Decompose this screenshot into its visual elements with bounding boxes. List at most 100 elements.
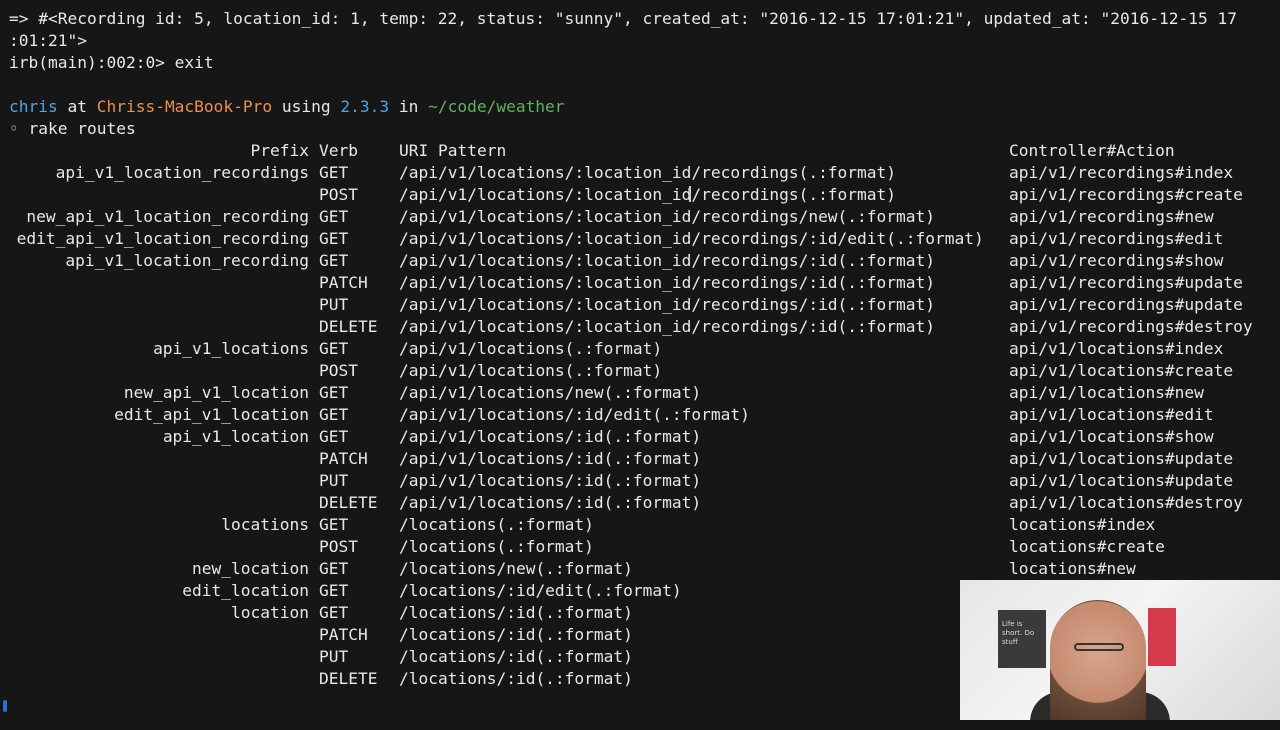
route-prefix: location	[231, 603, 309, 622]
routes-header: Prefix Verb URI Pattern Controller#Actio…	[9, 140, 1271, 162]
route-action: api/v1/locations#show	[1009, 427, 1214, 446]
route-action: api/v1/recordings#new	[1009, 207, 1214, 226]
route-row: new_location GET/locations/new(.:format) l…	[9, 558, 1271, 580]
route-verb: PATCH	[319, 625, 368, 644]
command-text: rake routes	[18, 119, 136, 138]
output-line: => #<Recording id: 5, location_id: 1, te…	[9, 9, 1237, 28]
route-uri: /locations(.:format)	[399, 537, 594, 556]
route-action: api/v1/recordings#show	[1009, 251, 1224, 270]
prompt-host: Chriss-MacBook-Pro	[96, 97, 273, 116]
route-prefix	[9, 294, 309, 316]
route-verb: PATCH	[319, 449, 368, 468]
route-uri: /api/v1/locations/:id/edit(.:format)	[399, 405, 750, 424]
route-prefix: edit_location	[182, 581, 309, 600]
route-row: new_api_v1_location GET/api/v1/locations/…	[9, 382, 1271, 404]
route-row: PATCH/api/v1/locations/:id(.:format) api/…	[9, 448, 1271, 470]
route-action: locations#create	[1009, 537, 1165, 556]
glasses-icon	[1074, 643, 1124, 651]
route-action: locations#new	[1009, 559, 1136, 578]
route-verb: GET	[319, 515, 349, 534]
route-action: api/v1/locations#update	[1009, 471, 1234, 490]
route-verb: GET	[319, 207, 349, 226]
route-uri: /api/v1/locations/:id(.:format)	[399, 427, 702, 446]
prompt-ruby-version: 2.3.3	[340, 97, 390, 116]
route-prefix	[9, 360, 309, 382]
route-uri: /api/v1/locations/:location_id/recording…	[399, 273, 936, 292]
route-prefix	[9, 184, 309, 206]
route-action: api/v1/recordings#destroy	[1009, 317, 1253, 336]
red-sign	[1148, 608, 1176, 666]
prompt-in: in	[389, 97, 429, 116]
webcam-overlay: Life is short. Do stuff	[960, 580, 1280, 720]
route-row: api_v1_location_recording GET/api/v1/loca…	[9, 250, 1271, 272]
route-action: api/v1/locations#index	[1009, 339, 1224, 358]
route-uri: /api/v1/locations/:id(.:format)	[399, 471, 702, 490]
wall-poster: Life is short. Do stuff	[998, 610, 1046, 668]
route-prefix: edit_api_v1_location	[114, 405, 309, 424]
route-verb: GET	[319, 163, 349, 182]
route-verb: PUT	[319, 647, 349, 666]
route-action: api/v1/recordings#create	[1009, 185, 1243, 204]
command-line: ◦ rake routes	[9, 118, 1271, 140]
route-prefix: new_api_v1_location	[123, 383, 309, 402]
route-row: api_v1_location GET/api/v1/locations/:id(…	[9, 426, 1271, 448]
route-row: PUT/api/v1/locations/:id(.:format) api/v1…	[9, 470, 1271, 492]
header-verb: Verb	[319, 141, 358, 160]
route-uri: /locations/:id(.:format)	[399, 625, 633, 644]
route-row: POST/locations(.:format) locations#create	[9, 536, 1271, 558]
route-uri: /locations/:id(.:format)	[399, 669, 633, 688]
route-row: api_v1_location_recordings GET/api/v1/loc…	[9, 162, 1271, 184]
route-action: api/v1/locations#new	[1009, 383, 1204, 402]
route-prefix	[9, 448, 309, 470]
route-prefix: locations	[221, 515, 309, 534]
header-uri: URI Pattern	[399, 141, 507, 160]
route-prefix: api_v1_location	[162, 427, 309, 446]
route-prefix	[9, 470, 309, 492]
route-action: api/v1/recordings#update	[1009, 273, 1243, 292]
route-prefix	[9, 316, 309, 338]
route-prefix: edit_api_v1_location_recording	[16, 229, 309, 248]
route-verb: DELETE	[319, 317, 378, 336]
route-uri: /api/v1/locations/:location_id/recording…	[399, 185, 897, 204]
route-verb: GET	[319, 339, 349, 358]
prompt-using: using	[272, 97, 341, 116]
route-action: api/v1/locations#destroy	[1009, 493, 1243, 512]
route-prefix: api_v1_location_recordings	[55, 163, 309, 182]
route-action: api/v1/recordings#index	[1009, 163, 1234, 182]
route-uri: /locations/:id/edit(.:format)	[399, 581, 682, 600]
route-prefix	[9, 272, 309, 294]
route-uri: /api/v1/locations/:location_id/recording…	[399, 163, 897, 182]
irb-prompt-line: irb(main):002:0> exit	[9, 53, 214, 72]
route-verb: GET	[319, 229, 349, 248]
route-row: POST/api/v1/locations/:location_id/recor…	[9, 184, 1271, 206]
route-uri: /api/v1/locations/new(.:format)	[399, 383, 702, 402]
shell-prompt: chris at Chriss-MacBook-Pro using 2.3.3 …	[9, 96, 1271, 118]
route-verb: GET	[319, 581, 349, 600]
header-prefix: Prefix	[250, 141, 309, 160]
route-verb: GET	[319, 559, 349, 578]
route-prefix	[9, 492, 309, 514]
header-action: Controller#Action	[1009, 141, 1175, 160]
route-prefix	[9, 646, 309, 668]
route-action: api/v1/locations#update	[1009, 449, 1234, 468]
route-verb: GET	[319, 427, 349, 446]
route-verb: DELETE	[319, 669, 378, 688]
route-uri: /api/v1/locations(.:format)	[399, 339, 663, 358]
route-uri: /locations/:id(.:format)	[399, 647, 633, 666]
route-action: api/v1/recordings#edit	[1009, 229, 1224, 248]
route-verb: GET	[319, 405, 349, 424]
route-prefix: api_v1_locations	[153, 339, 309, 358]
route-uri: /api/v1/locations(.:format)	[399, 361, 663, 380]
route-row: POST/api/v1/locations(.:format) api/v1/lo…	[9, 360, 1271, 382]
route-verb: POST	[319, 185, 358, 204]
route-verb: POST	[319, 537, 358, 556]
prompt-path: ~/code/weather	[428, 97, 565, 116]
text-cursor-icon	[689, 186, 691, 202]
route-action: api/v1/locations#edit	[1009, 405, 1214, 424]
route-row: DELETE/api/v1/locations/:id(.:format) api…	[9, 492, 1271, 514]
route-prefix	[9, 668, 309, 690]
route-uri: /api/v1/locations/:id(.:format)	[399, 449, 702, 468]
command-bullet-icon: ◦	[9, 119, 19, 138]
route-prefix	[9, 536, 309, 558]
